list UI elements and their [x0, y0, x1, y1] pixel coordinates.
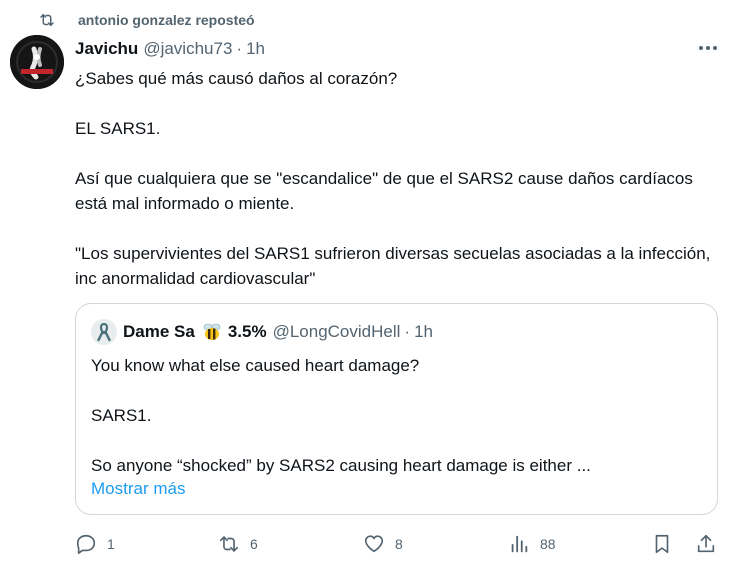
quoted-paragraph: So anyone “shocked” by SARS2 causing hea… [91, 456, 591, 475]
show-more-link[interactable]: Mostrar más [91, 479, 185, 499]
bookmark-icon [655, 534, 669, 554]
quoted-paragraph: You know what else caused heart damage? [91, 356, 420, 375]
ribbon-icon [97, 322, 111, 342]
tweet-paragraph: ¿Sabes qué más causó daños al corazón? [75, 69, 398, 88]
views-button[interactable]: 88 [508, 530, 556, 558]
reply-button[interactable]: 1 [75, 530, 115, 558]
quoted-percentage: 3.5% [227, 322, 267, 341]
reply-count: 1 [107, 536, 115, 552]
quoted-author-handle[interactable]: @LongCovidHell [273, 322, 401, 342]
reply-icon [76, 534, 96, 554]
tweet-time[interactable]: 1h [246, 39, 265, 59]
bookmark-button[interactable] [651, 530, 673, 558]
quoted-tweet-text: You know what else caused heart damage? … [91, 353, 701, 478]
quoted-paragraph: SARS1. [91, 406, 152, 425]
quoted-tweet[interactable]: Dame Sa 3.5% @LongCovidHell · 1h You kno… [75, 303, 718, 515]
tweet-paragraph: Así que cualquiera que se "escandalice" … [75, 169, 693, 213]
share-icon [697, 534, 715, 553]
share-button[interactable] [695, 530, 717, 558]
repost-indicator[interactable]: antonio gonzalez reposteó [38, 8, 255, 32]
like-button[interactable]: 8 [363, 530, 403, 558]
author-handle[interactable]: @javichu73 [143, 39, 232, 59]
repost-count: 6 [250, 536, 258, 552]
tweet-header: Javichu @javichu73 · 1h [75, 37, 265, 61]
author-name[interactable]: Javichu [75, 39, 138, 59]
tweet-paragraph: "Los supervivientes del SARS1 sufrieron … [75, 244, 711, 288]
avatar[interactable] [10, 35, 64, 89]
bee-icon [203, 323, 221, 340]
views-count: 88 [540, 536, 556, 552]
like-count: 8 [395, 536, 403, 552]
repost-icon [40, 14, 54, 26]
quoted-avatar [91, 319, 117, 345]
avatar-image [10, 35, 64, 89]
separator-dot: · [404, 322, 411, 341]
more-icon [699, 46, 717, 50]
quoted-author-name[interactable]: Dame Sa [123, 322, 195, 342]
quoted-tweet-time[interactable]: 1h [414, 322, 433, 342]
views-icon [511, 535, 528, 553]
repost-button[interactable]: 6 [218, 530, 258, 558]
tweet-paragraph: EL SARS1. [75, 119, 161, 138]
action-bar: 1 6 8 88 [75, 530, 725, 558]
heart-icon [364, 535, 384, 553]
repost-label: antonio gonzalez reposteó [78, 12, 255, 28]
quoted-tweet-header: Dame Sa 3.5% @LongCovidHell · 1h [91, 319, 433, 345]
separator-dot: · [236, 39, 243, 58]
more-options-button[interactable] [694, 36, 722, 60]
repost-icon [219, 536, 239, 552]
tweet-text: ¿Sabes qué más causó daños al corazón? E… [75, 66, 715, 291]
